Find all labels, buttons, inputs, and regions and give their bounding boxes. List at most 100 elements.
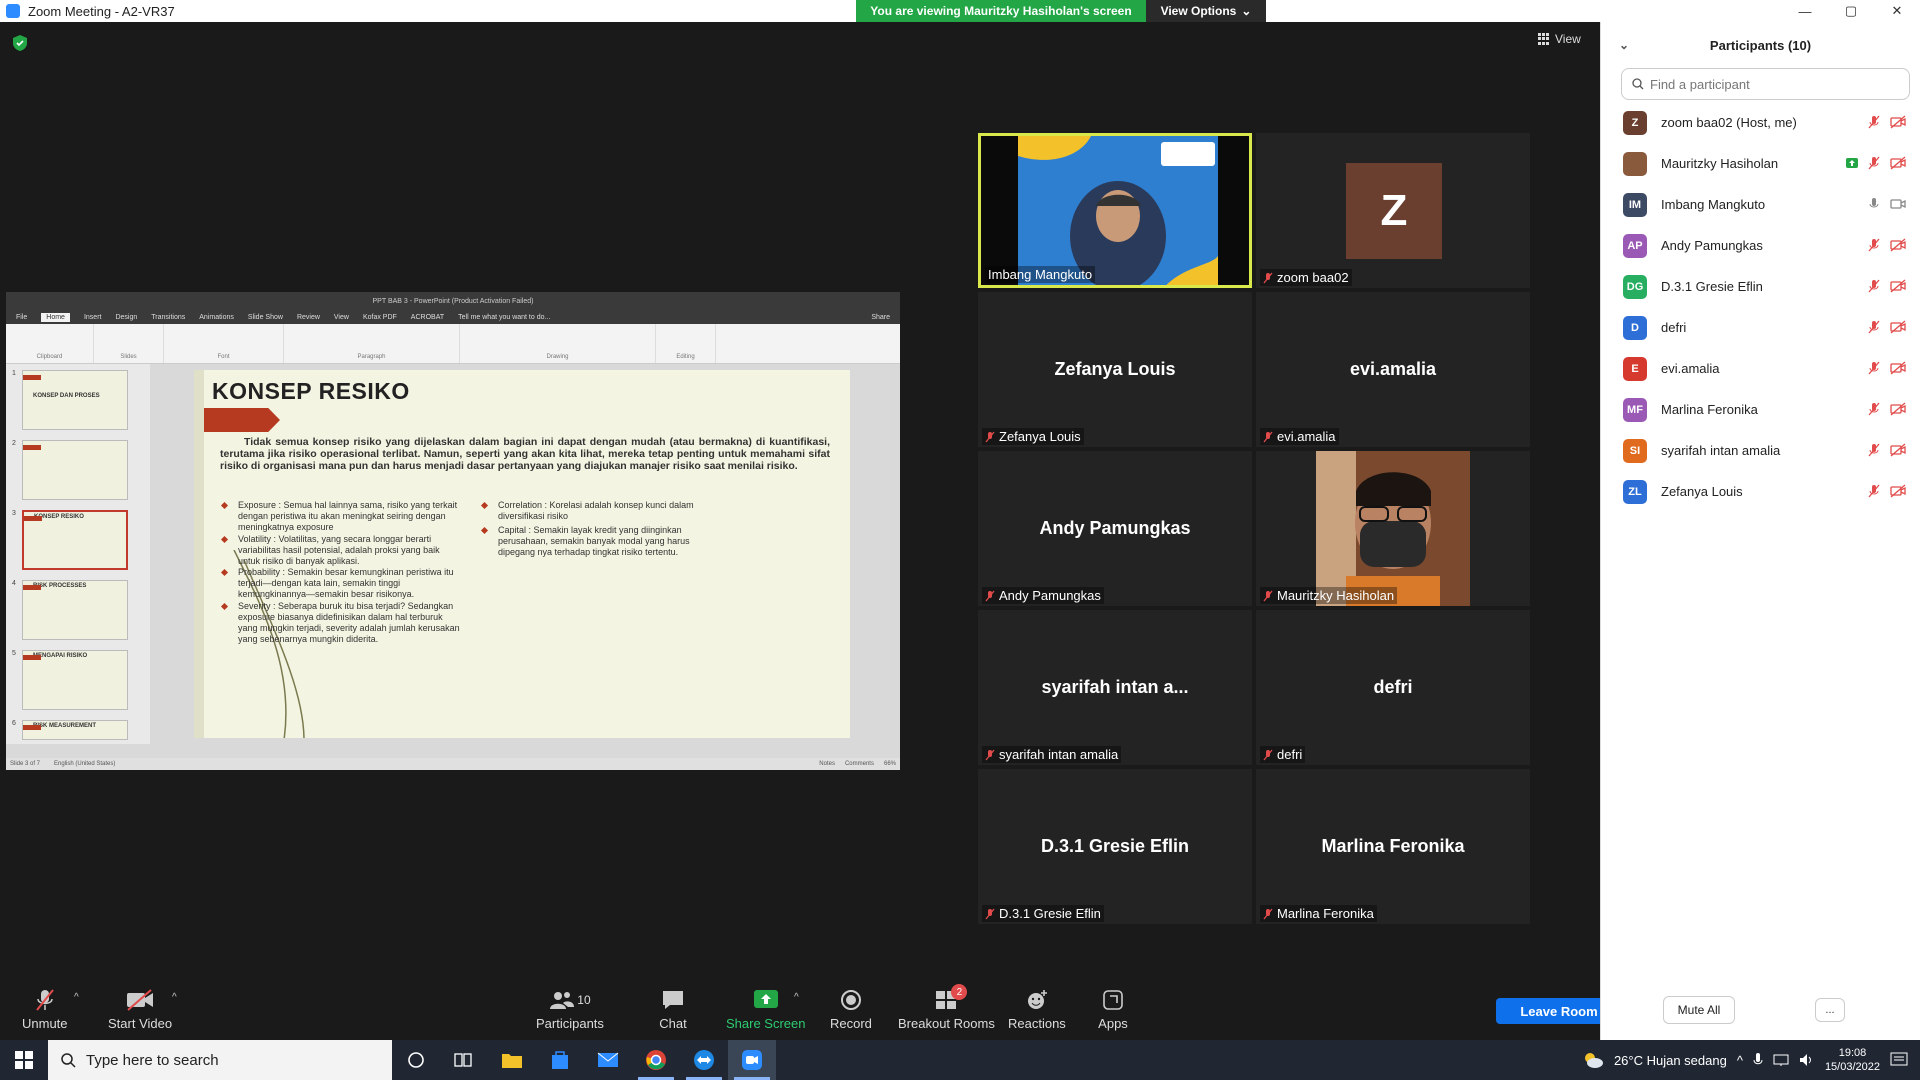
notifications-icon[interactable] bbox=[1890, 1052, 1908, 1068]
mic-muted-icon[interactable] bbox=[1868, 402, 1880, 416]
participant-row[interactable]: AP Andy Pamungkas bbox=[1601, 225, 1920, 266]
view-options-button[interactable]: View Options ⌄ bbox=[1146, 0, 1266, 22]
taskbar-search[interactable]: Type here to search bbox=[48, 1040, 392, 1080]
video-tile[interactable]: Andy Pamungkas Andy Pamungkas bbox=[978, 451, 1252, 606]
mic-muted-icon[interactable] bbox=[1868, 115, 1880, 129]
comments-button[interactable]: Comments bbox=[845, 761, 874, 767]
network-icon[interactable] bbox=[1773, 1053, 1789, 1067]
participant-search[interactable] bbox=[1621, 68, 1910, 100]
ppt-tab[interactable]: File bbox=[16, 314, 27, 321]
video-tile[interactable]: syarifah intan a... syarifah intan amali… bbox=[978, 610, 1252, 765]
participant-row[interactable]: IM Imbang Mangkuto bbox=[1601, 184, 1920, 225]
video-off-icon[interactable] bbox=[1890, 320, 1906, 334]
zoom-level[interactable]: 66% bbox=[884, 761, 896, 767]
mail-icon[interactable] bbox=[584, 1040, 632, 1080]
minimize-button[interactable]: — bbox=[1782, 0, 1828, 22]
zoom-taskbar-icon[interactable] bbox=[728, 1040, 776, 1080]
ppt-tab[interactable]: Review bbox=[297, 314, 320, 321]
share-options-caret[interactable]: ^ bbox=[794, 992, 799, 1003]
microsoft-store-icon[interactable] bbox=[536, 1040, 584, 1080]
video-options-caret[interactable]: ^ bbox=[172, 992, 177, 1003]
clock[interactable]: 19:08 15/03/2022 bbox=[1825, 1046, 1880, 1074]
ppt-tab[interactable]: ACROBAT bbox=[411, 314, 444, 321]
video-tile-active-speaker[interactable]: Imbang Mangkuto bbox=[978, 133, 1252, 288]
close-button[interactable]: ✕ bbox=[1874, 0, 1920, 22]
mic-muted-icon[interactable] bbox=[1868, 279, 1880, 293]
ppt-tab[interactable]: Design bbox=[115, 314, 137, 321]
slide-thumbnail[interactable]: MENGAPAI RISIKO bbox=[22, 650, 128, 710]
ppt-tab-home[interactable]: Home bbox=[41, 312, 70, 322]
participant-row[interactable]: SI syarifah intan amalia bbox=[1601, 430, 1920, 471]
video-off-icon[interactable] bbox=[1890, 279, 1906, 293]
video-tile[interactable]: Mauritzky Hasiholan bbox=[1256, 451, 1530, 606]
start-video-button[interactable]: Start Video bbox=[108, 988, 172, 1031]
video-tile[interactable]: Marlina Feronika Marlina Feronika bbox=[1256, 769, 1530, 924]
video-off-icon[interactable] bbox=[1890, 115, 1906, 129]
view-button[interactable]: View bbox=[1538, 32, 1581, 46]
video-off-icon[interactable] bbox=[1890, 402, 1906, 416]
participants-button[interactable]: 10 Participants bbox=[536, 988, 604, 1031]
microphone-icon[interactable] bbox=[1753, 1052, 1763, 1068]
participant-row[interactable]: ZL Zefanya Louis bbox=[1601, 471, 1920, 512]
file-explorer-icon[interactable] bbox=[488, 1040, 536, 1080]
task-view-icon[interactable] bbox=[440, 1040, 488, 1080]
participant-row[interactable]: Ddefri bbox=[1601, 307, 1920, 348]
teamviewer-icon[interactable] bbox=[680, 1040, 728, 1080]
participant-row[interactable]: Mauritzky Hasiholan bbox=[1601, 143, 1920, 184]
video-off-icon[interactable] bbox=[1890, 443, 1906, 457]
ppt-tab[interactable]: View bbox=[334, 314, 349, 321]
mic-muted-icon[interactable] bbox=[1868, 361, 1880, 375]
video-tile[interactable]: Zefanya Louis Zefanya Louis bbox=[978, 292, 1252, 447]
maximize-button[interactable]: ▢ bbox=[1828, 0, 1874, 22]
weather-text[interactable]: 26°C Hujan sedang bbox=[1614, 1053, 1727, 1068]
apps-button[interactable]: Apps bbox=[1098, 988, 1128, 1031]
ppt-tab[interactable]: Animations bbox=[199, 314, 234, 321]
notes-button[interactable]: Notes bbox=[819, 761, 835, 767]
slide-thumbnail-selected[interactable]: KONSEP RESIKO bbox=[22, 510, 128, 570]
reactions-button[interactable]: Reactions bbox=[1008, 988, 1066, 1031]
participant-row[interactable]: MF Marlina Feronika bbox=[1601, 389, 1920, 430]
ppt-tab[interactable]: Slide Show bbox=[248, 314, 283, 321]
video-off-icon[interactable] bbox=[1890, 238, 1906, 252]
chat-button[interactable]: Chat bbox=[658, 988, 688, 1031]
collapse-panel-chevron-icon[interactable]: ⌄ bbox=[1619, 38, 1629, 52]
video-tile[interactable]: defri defri bbox=[1256, 610, 1530, 765]
mic-muted-icon[interactable] bbox=[1868, 484, 1880, 498]
security-shield-icon[interactable] bbox=[12, 34, 28, 52]
mic-on-icon[interactable] bbox=[1868, 197, 1880, 211]
video-off-icon[interactable] bbox=[1890, 361, 1906, 375]
slide-thumbnail[interactable] bbox=[22, 440, 128, 500]
current-slide[interactable]: KONSEP RESIKO Tidak semua konsep risiko … bbox=[194, 370, 850, 738]
chrome-icon[interactable] bbox=[632, 1040, 680, 1080]
video-tile[interactable]: D.3.1 Gresie Eflin D.3.1 Gresie Eflin bbox=[978, 769, 1252, 924]
ppt-tab[interactable]: Insert bbox=[84, 314, 102, 321]
start-button[interactable] bbox=[0, 1040, 48, 1080]
mic-muted-icon[interactable] bbox=[1868, 238, 1880, 252]
participant-row[interactable]: DG D.3.1 Gresie Eflin bbox=[1601, 266, 1920, 307]
video-tile[interactable]: Z zoom baa02 bbox=[1256, 133, 1530, 288]
ppt-tell-me[interactable]: Tell me what you want to do... bbox=[458, 314, 550, 321]
more-options-button[interactable]: ... bbox=[1815, 998, 1845, 1022]
mic-muted-icon[interactable] bbox=[1868, 320, 1880, 334]
mute-all-button[interactable]: Mute All bbox=[1663, 996, 1735, 1024]
breakout-rooms-button[interactable]: 2 Breakout Rooms bbox=[898, 984, 995, 1031]
audio-options-caret[interactable]: ^ bbox=[74, 992, 79, 1003]
ppt-tab[interactable]: Transitions bbox=[151, 314, 185, 321]
slide-thumbnail[interactable]: RISK PROCESSES bbox=[22, 580, 128, 640]
unmute-button[interactable]: Unmute bbox=[22, 988, 68, 1031]
participant-row[interactable]: Zzoom baa02 (Host, me) bbox=[1601, 102, 1920, 143]
tray-chevron-icon[interactable]: ^ bbox=[1737, 1053, 1743, 1068]
ppt-share-button[interactable]: Share bbox=[871, 314, 890, 321]
cortana-icon[interactable] bbox=[392, 1040, 440, 1080]
video-tile[interactable]: evi.amalia evi.amalia bbox=[1256, 292, 1530, 447]
ppt-tab[interactable]: Kofax PDF bbox=[363, 314, 397, 321]
mic-muted-icon[interactable] bbox=[1868, 156, 1880, 170]
slide-thumbnail[interactable]: RISK MEASUREMENT bbox=[22, 720, 128, 740]
video-off-icon[interactable] bbox=[1890, 484, 1906, 498]
video-on-icon[interactable] bbox=[1890, 197, 1906, 211]
slide-thumbnail[interactable]: KONSEP DAN PROSES bbox=[22, 370, 128, 430]
record-button[interactable]: Record bbox=[830, 988, 872, 1031]
volume-icon[interactable] bbox=[1799, 1053, 1815, 1067]
shared-screen[interactable]: PPT BAB 3 - PowerPoint (Product Activati… bbox=[6, 292, 900, 770]
participant-search-input[interactable] bbox=[1650, 76, 1870, 92]
